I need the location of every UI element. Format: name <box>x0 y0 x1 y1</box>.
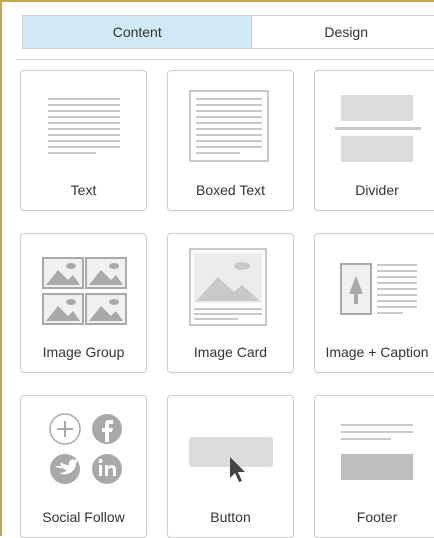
block-label: Boxed Text <box>195 182 265 198</box>
image-caption-icon <box>340 263 417 315</box>
block-image-caption[interactable]: Image + Caption <box>314 233 434 373</box>
image-group-icon <box>42 257 127 325</box>
block-divider[interactable]: Divider <box>314 70 434 211</box>
block-label: Image + Caption <box>325 344 429 360</box>
block-label: Divider <box>355 182 399 198</box>
block-boxed-text[interactable]: Boxed Text <box>167 70 294 211</box>
section-divider <box>16 59 434 60</box>
divider-icon <box>335 95 421 162</box>
text-lines-icon <box>48 98 120 154</box>
block-button[interactable]: Button <box>167 395 294 538</box>
tab-content[interactable]: Content <box>23 16 253 48</box>
tab-design[interactable]: Design <box>252 16 434 48</box>
social-follow-icon <box>49 413 122 484</box>
block-label: Button <box>210 509 251 525</box>
block-label: Image Card <box>193 344 268 360</box>
block-footer[interactable]: Footer <box>314 395 434 538</box>
block-label: Footer <box>356 509 398 525</box>
boxed-text-icon <box>189 90 269 162</box>
content-panel: Content Design Text Boxed Text Divider I… <box>0 0 434 538</box>
block-label: Text <box>70 182 97 198</box>
button-block-icon <box>189 437 273 482</box>
block-label: Image Group <box>42 344 125 360</box>
block-label: Social Follow <box>42 509 125 525</box>
block-text[interactable]: Text <box>20 70 147 211</box>
image-card-icon <box>189 248 267 326</box>
block-social-follow[interactable]: Social Follow <box>20 395 147 538</box>
block-image-group[interactable]: Image Group <box>20 233 147 373</box>
block-image-card[interactable]: Image Card <box>167 233 294 373</box>
footer-icon <box>341 424 413 480</box>
tab-bar: Content Design <box>22 15 434 49</box>
